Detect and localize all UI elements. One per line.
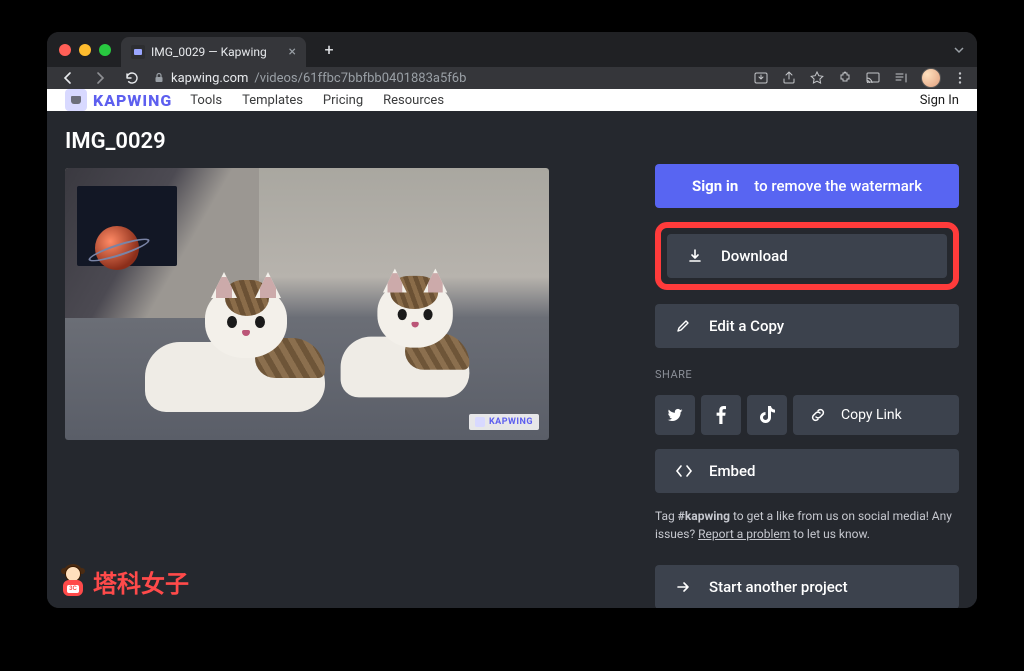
share-tiktok-button[interactable] xyxy=(747,395,787,435)
download-label: Download xyxy=(721,247,788,265)
signin-cta-bold: Sign in xyxy=(692,177,738,195)
video-watermark: KAPWING xyxy=(469,414,539,430)
nav-resources[interactable]: Resources xyxy=(383,93,444,108)
window-close[interactable] xyxy=(59,44,71,56)
browser-menu-icon[interactable] xyxy=(953,71,967,85)
arrow-right-icon xyxy=(675,579,693,595)
url-field[interactable]: kapwing.com/videos/61ffbc7bbfbb0401883a5… xyxy=(153,71,743,86)
start-another-button[interactable]: Start another project xyxy=(655,565,959,608)
reading-list-icon[interactable] xyxy=(893,70,909,86)
window-fullscreen[interactable] xyxy=(99,44,111,56)
back-icon[interactable] xyxy=(57,67,79,89)
tab-title: IMG_0029 — Kapwing xyxy=(151,45,283,59)
signin-cta-rest: to remove the watermark xyxy=(754,177,922,195)
site-header: KAPWING Tools Templates Pricing Resource… xyxy=(47,89,977,111)
header-nav: Tools Templates Pricing Resources xyxy=(190,93,444,108)
download-icon xyxy=(687,248,705,264)
brand-logo[interactable]: KAPWING xyxy=(65,89,172,111)
overlay-branding-text: 塔科女子 xyxy=(93,564,189,599)
share-section-label: SHARE xyxy=(655,368,959,381)
watermark-logo-icon xyxy=(475,417,485,427)
reload-icon[interactable] xyxy=(121,67,143,89)
bookmark-star-icon[interactable] xyxy=(809,70,825,86)
facebook-icon xyxy=(716,406,726,424)
actions-column: Sign in to remove the watermark Download… xyxy=(655,129,959,608)
profile-avatar[interactable] xyxy=(921,68,941,88)
tab-bar: IMG_0029 — Kapwing × + xyxy=(47,32,977,67)
url-domain: kapwing.com xyxy=(171,71,248,86)
window-minimize[interactable] xyxy=(79,44,91,56)
pencil-icon xyxy=(675,318,693,334)
embed-icon xyxy=(675,464,693,478)
traffic-lights xyxy=(59,44,111,56)
video-frame-illustration xyxy=(65,168,549,440)
forward-icon[interactable] xyxy=(89,67,111,89)
share-row: Copy Link xyxy=(655,395,959,435)
tab-favicon-icon xyxy=(131,45,145,59)
embed-label: Embed xyxy=(709,462,755,480)
preview-column: IMG_0029 KAPWING xyxy=(65,129,549,608)
download-button[interactable]: Download xyxy=(667,234,947,278)
copy-link-label: Copy Link xyxy=(841,407,902,423)
download-highlight: Download xyxy=(655,222,959,290)
copy-link-button[interactable]: Copy Link xyxy=(793,395,959,435)
url-path: /videos/61ffbc7bbfbb0401883a5f6b xyxy=(254,71,466,86)
nav-tools[interactable]: Tools xyxy=(190,93,222,108)
edit-copy-label: Edit a Copy xyxy=(709,317,784,335)
report-problem-link[interactable]: Report a problem xyxy=(698,527,790,541)
new-tab-button[interactable]: + xyxy=(316,37,342,63)
cast-icon[interactable] xyxy=(865,70,881,86)
nav-pricing[interactable]: Pricing xyxy=(323,93,363,108)
browser-tab[interactable]: IMG_0029 — Kapwing × xyxy=(121,37,306,67)
video-preview[interactable]: KAPWING xyxy=(65,168,549,440)
embed-button[interactable]: Embed xyxy=(655,449,959,493)
extensions-icon[interactable] xyxy=(837,70,853,86)
file-title: IMG_0029 xyxy=(65,129,549,154)
header-signin[interactable]: Sign In xyxy=(920,93,959,108)
brand-logo-icon xyxy=(65,89,87,111)
link-icon xyxy=(809,406,827,424)
lock-icon xyxy=(153,72,165,84)
tabs-menu-icon[interactable] xyxy=(953,44,965,56)
tiktok-icon xyxy=(759,406,775,424)
nav-templates[interactable]: Templates xyxy=(242,93,303,108)
tab-close-icon[interactable]: × xyxy=(289,44,296,60)
share-facebook-button[interactable] xyxy=(701,395,741,435)
footer-note: Tag #kapwing to get a like from us on so… xyxy=(655,507,959,543)
edit-copy-button[interactable]: Edit a Copy xyxy=(655,304,959,348)
watermark-text: KAPWING xyxy=(489,417,533,427)
address-bar: kapwing.com/videos/61ffbc7bbfbb0401883a5… xyxy=(47,67,977,89)
twitter-icon xyxy=(666,406,684,424)
signin-remove-watermark-button[interactable]: Sign in to remove the watermark xyxy=(655,164,959,208)
overlay-branding: 3C 塔科女子 xyxy=(59,564,189,599)
brand-name: KAPWING xyxy=(93,91,172,110)
share-twitter-button[interactable] xyxy=(655,395,695,435)
browser-window: IMG_0029 — Kapwing × + kapwing.com/video… xyxy=(47,32,977,608)
page-content: IMG_0029 KAPWING Sign in to remove the w… xyxy=(47,111,977,608)
install-app-icon[interactable] xyxy=(753,70,769,86)
overlay-mascot-icon: 3C xyxy=(59,566,87,598)
share-icon[interactable] xyxy=(781,70,797,86)
address-bar-actions xyxy=(753,68,967,88)
hashtag: #kapwing xyxy=(678,509,730,523)
start-another-label: Start another project xyxy=(709,578,848,596)
